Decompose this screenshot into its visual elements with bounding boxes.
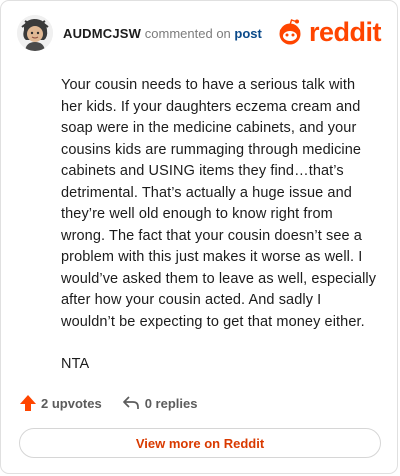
comment-header: AUDMCJSW commented on post reddit bbox=[17, 15, 382, 55]
post-link[interactable]: post bbox=[234, 26, 261, 41]
action-text: commented on bbox=[144, 26, 231, 41]
avatar[interactable] bbox=[17, 15, 53, 51]
comment-paragraph: NTA bbox=[61, 356, 90, 372]
comment-card: AUDMCJSW commented on post reddit Your c… bbox=[0, 0, 398, 474]
reply-arrow-icon bbox=[122, 396, 139, 409]
view-more-button[interactable]: View more on Reddit bbox=[19, 428, 381, 458]
comment-paragraph: Your cousin needs to have a serious talk… bbox=[61, 77, 377, 330]
reddit-logo[interactable]: reddit bbox=[275, 17, 382, 47]
comment-meta: AUDMCJSW commented on post bbox=[63, 26, 262, 42]
logo-wordmark: reddit bbox=[308, 17, 382, 47]
replies-button[interactable]: 0 replies bbox=[122, 395, 198, 411]
comment-footer: 2 upvotes 0 replies bbox=[19, 394, 197, 412]
upvote-arrow-icon bbox=[20, 395, 36, 411]
username[interactable]: AUDMCJSW bbox=[63, 26, 141, 41]
comment-body: Your cousin needs to have a serious talk… bbox=[61, 75, 379, 397]
upvote-button[interactable]: 2 upvotes bbox=[19, 394, 102, 412]
snoo-icon bbox=[279, 19, 301, 45]
upvote-count: 2 upvotes bbox=[41, 395, 102, 411]
reply-count: 0 replies bbox=[144, 395, 198, 411]
